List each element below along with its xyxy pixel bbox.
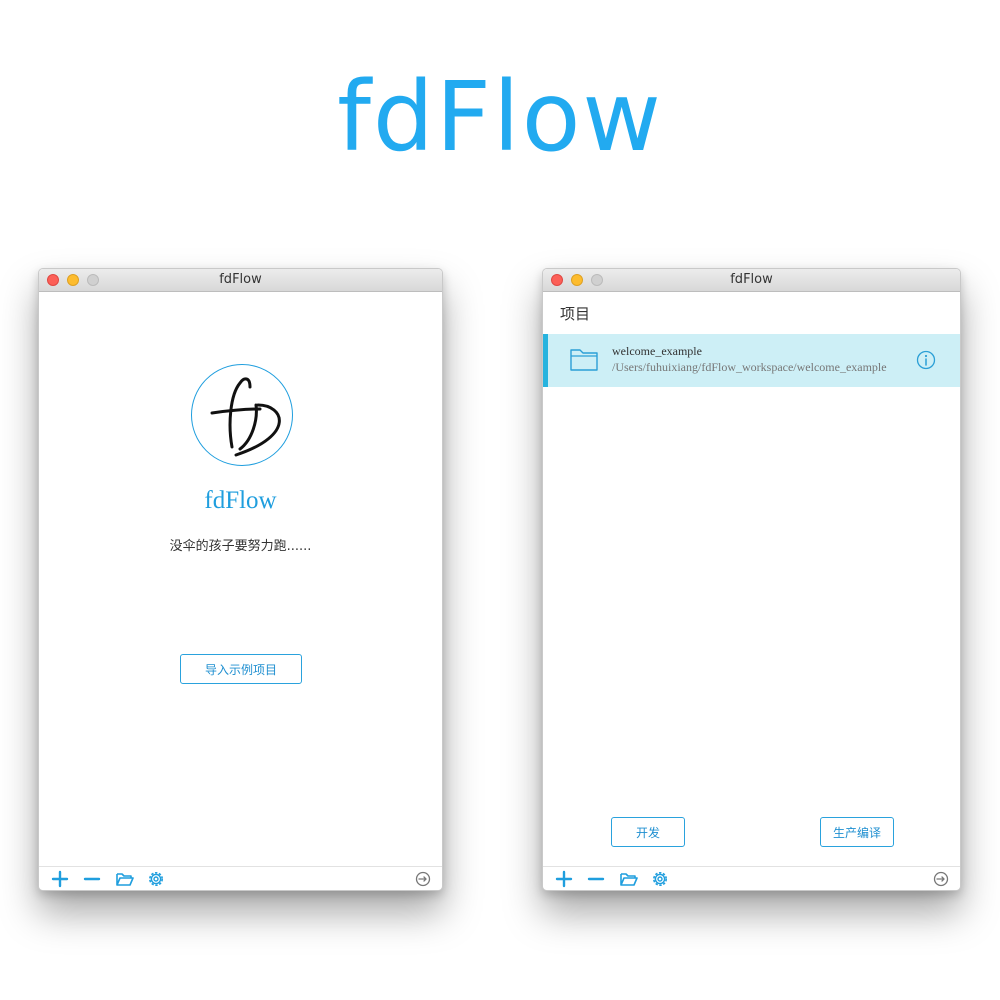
welcome-content: fdFlow 没伞的孩子要努力跑...... 导入示例项目	[39, 292, 442, 866]
projects-section-title: 项目	[560, 305, 591, 323]
app-logo	[191, 364, 293, 466]
plus-icon[interactable]	[51, 870, 69, 888]
sync-icon[interactable]	[414, 870, 432, 888]
folder-icon	[570, 349, 598, 371]
gear-icon[interactable]	[147, 870, 165, 888]
hero-title: fdFlow	[337, 61, 663, 173]
project-name: welcome_example	[612, 344, 702, 358]
projects-window: fdFlow 项目 welcome_example /Users/fuhuixi…	[542, 268, 961, 891]
window-title: fdFlow	[730, 272, 773, 287]
projects-content: 项目 welcome_example /Users/fuhuixiang/fdF…	[543, 292, 960, 866]
slogan-text: 没伞的孩子要努力跑......	[169, 539, 312, 554]
bottom-toolbar	[543, 866, 960, 890]
dev-button[interactable]: 开发	[611, 817, 685, 847]
import-example-button[interactable]: 导入示例项目	[180, 654, 302, 684]
folder-open-icon[interactable]	[619, 870, 639, 888]
sync-icon[interactable]	[932, 870, 950, 888]
gear-icon[interactable]	[651, 870, 669, 888]
bottom-toolbar	[39, 866, 442, 890]
project-list-item[interactable]: welcome_example /Users/fuhuixiang/fdFlow…	[543, 334, 960, 387]
fd-logo-icon	[210, 377, 281, 457]
title-bar[interactable]: fdFlow	[543, 269, 960, 292]
folder-open-icon[interactable]	[115, 870, 135, 888]
window-title: fdFlow	[219, 272, 262, 287]
title-bar[interactable]: fdFlow	[39, 269, 442, 292]
production-build-button[interactable]: 生产编译	[820, 817, 894, 847]
app-name: fdFlow	[204, 487, 277, 514]
minus-icon[interactable]	[83, 870, 101, 888]
info-icon[interactable]	[916, 350, 936, 370]
plus-icon[interactable]	[555, 870, 573, 888]
welcome-window: fdFlow fdFlow 没伞的孩子要努力跑...... 导入示例项目	[38, 268, 443, 891]
project-path: /Users/fuhuixiang/fdFlow_workspace/welco…	[612, 360, 887, 374]
minus-icon[interactable]	[587, 870, 605, 888]
